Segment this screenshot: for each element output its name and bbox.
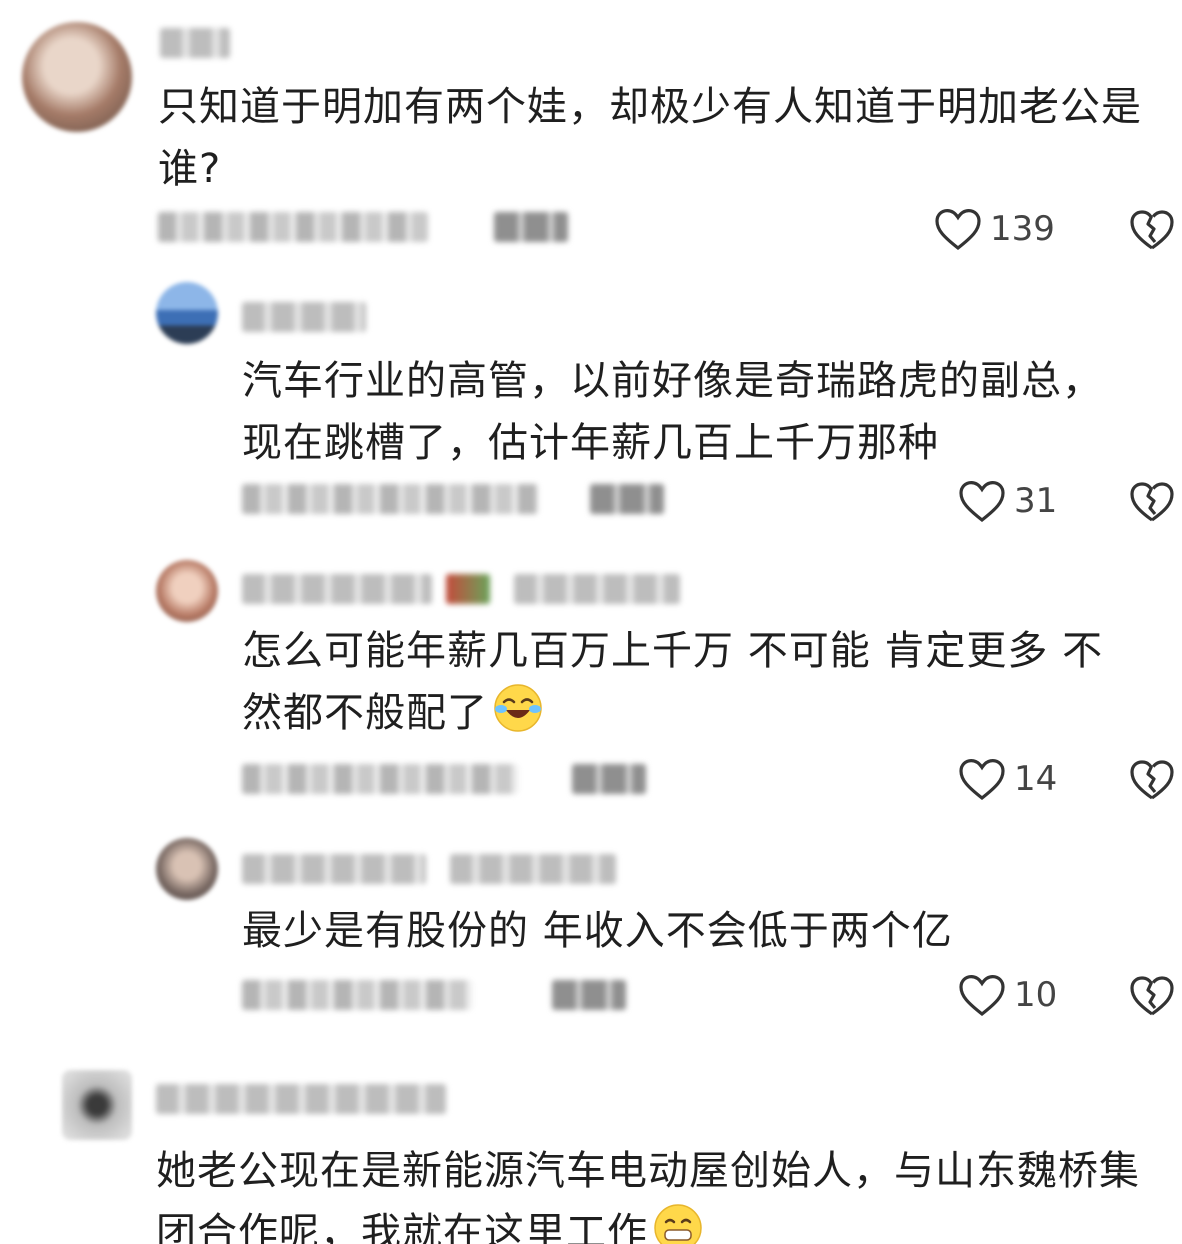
comment-1: 只知道于明加有两个娃，却极少有人知道于明加老公是谁? 139: [0, 0, 1182, 270]
broken-heart-icon[interactable]: [1128, 756, 1176, 804]
broken-heart-icon[interactable]: [1128, 478, 1176, 526]
username-blurred[interactable]: [242, 854, 426, 884]
like-button[interactable]: 10: [958, 970, 1057, 1020]
avatar[interactable]: [156, 560, 218, 622]
reply-button-blurred[interactable]: [494, 212, 568, 242]
comment-text: 汽车行业的高管，以前好像是奇瑞路虎的副总，现在跳槽了，估计年薪几百上千万那种: [242, 358, 1103, 466]
laugh-cry-emoji: [494, 684, 542, 732]
reply-button-blurred[interactable]: [590, 484, 664, 514]
comment-text: 她老公现在是新能源汽车电动屋创始人，与山东魏桥集团合作呢，我就在这里工作: [156, 1140, 1156, 1244]
comment-2: 汽车行业的高管，以前好像是奇瑞路虎的副总，现在跳槽了，估计年薪几百上千万那种 3…: [0, 270, 1182, 550]
comment-4: 最少是有股份的 年收入不会低于两个亿 10: [0, 830, 1182, 1050]
reply-button-blurred[interactable]: [552, 980, 626, 1010]
badge-blurred: [446, 574, 490, 604]
comment-meta-blurred: [242, 764, 518, 794]
comment-5: 她老公现在是新能源汽车电动屋创始人，与山东魏桥集团合作呢，我就在这里工作: [0, 1050, 1182, 1244]
comment-text: 最少是有股份的 年收入不会低于两个亿: [242, 908, 953, 954]
avatar[interactable]: [62, 1070, 132, 1140]
avatar[interactable]: [156, 838, 218, 900]
broken-heart-icon[interactable]: [1128, 972, 1176, 1020]
comment-meta-blurred: [242, 980, 472, 1010]
like-count: 31: [1014, 481, 1058, 521]
comment-meta-blurred: [158, 212, 428, 242]
comment-meta-blurred: [242, 484, 538, 514]
like-button[interactable]: 139: [934, 204, 1055, 254]
like-button[interactable]: 14: [958, 754, 1057, 804]
avatar[interactable]: [22, 22, 132, 132]
heart-outline-icon: [959, 480, 1005, 523]
like-count: 139: [990, 209, 1055, 249]
comment-3: 怎么可能年薪几百万上千万 不可能 肯定更多 不然都不般配了 14: [0, 550, 1182, 830]
reply-button-blurred[interactable]: [572, 764, 646, 794]
avatar[interactable]: [156, 282, 218, 344]
reply-target-blurred[interactable]: [514, 574, 680, 604]
heart-outline-icon: [959, 758, 1005, 801]
comment-text: 怎么可能年薪几百万上千万 不可能 肯定更多 不然都不般配了: [242, 628, 1104, 736]
grin-emoji: [654, 1204, 702, 1244]
reply-target-blurred[interactable]: [450, 854, 616, 884]
username-blurred[interactable]: [156, 1084, 446, 1114]
like-count: 10: [1014, 975, 1058, 1015]
username-blurred[interactable]: [242, 574, 432, 604]
like-button[interactable]: 31: [958, 476, 1057, 526]
comment-text: 只知道于明加有两个娃，却极少有人知道于明加老公是谁?: [158, 84, 1142, 192]
broken-heart-icon[interactable]: [1128, 206, 1176, 254]
heart-outline-icon: [935, 208, 981, 251]
username-blurred[interactable]: [242, 302, 366, 332]
username-blurred[interactable]: [160, 28, 230, 58]
heart-outline-icon: [959, 974, 1005, 1017]
like-count: 14: [1014, 759, 1058, 799]
